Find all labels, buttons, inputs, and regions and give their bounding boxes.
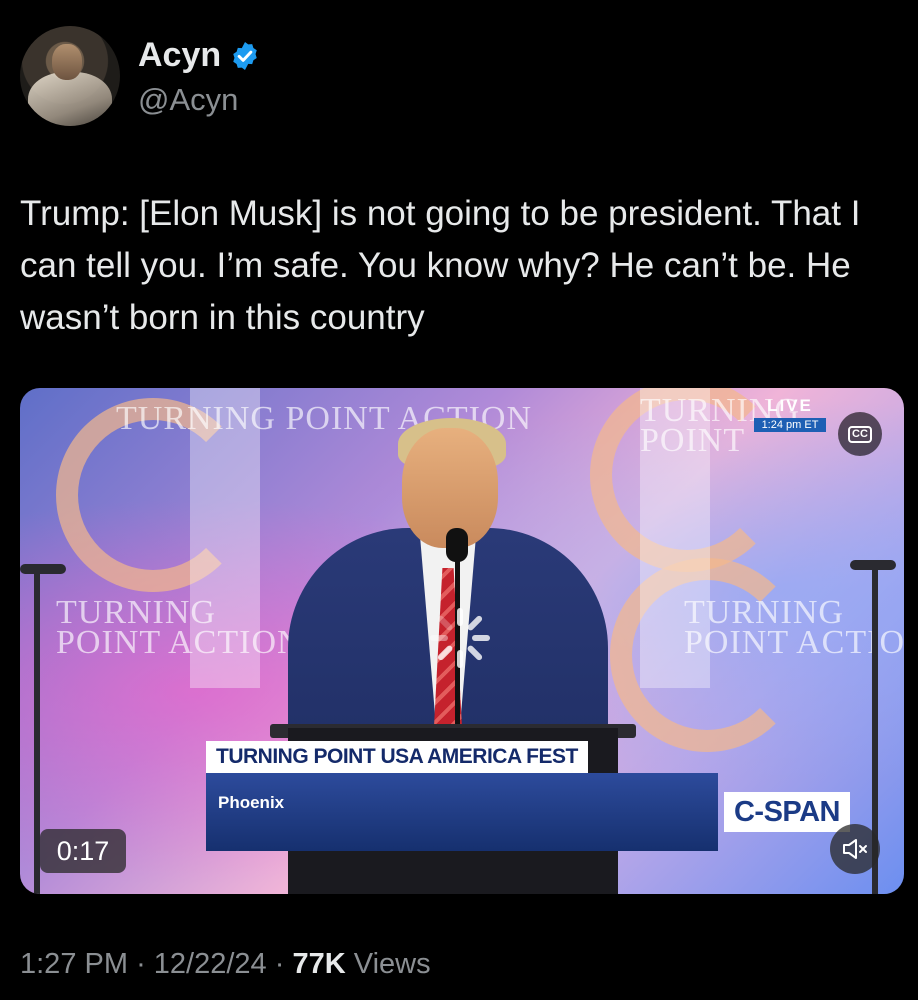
lower-third-title: TURNING POINT USA AMERICA FEST bbox=[206, 741, 588, 773]
background-logo: TURNING POINT ACTIO bbox=[684, 594, 904, 661]
verified-badge-icon bbox=[233, 41, 257, 70]
views-label: Views bbox=[353, 948, 431, 980]
handle[interactable]: @Acyn bbox=[138, 82, 238, 118]
avatar-face bbox=[52, 44, 82, 80]
unmute-button[interactable] bbox=[830, 824, 880, 874]
video-elapsed-time: 0:17 bbox=[40, 829, 126, 873]
network-logo: C-SPAN bbox=[724, 792, 850, 832]
background-logo: TURNING POINT ACTION bbox=[56, 594, 303, 661]
video-player[interactable]: TURNING POINT ACTION TURNING POINT ACTIO… bbox=[20, 388, 904, 894]
meta-separator: · bbox=[274, 948, 285, 980]
tweet-date[interactable]: 12/22/24 bbox=[154, 948, 267, 980]
avatar-hood bbox=[28, 72, 112, 126]
live-label: LIVE bbox=[767, 396, 813, 415]
closed-captions-button[interactable]: CC bbox=[838, 412, 882, 456]
lower-third-location: Phoenix bbox=[218, 793, 285, 812]
cc-icon: CC bbox=[848, 425, 872, 443]
mic-stand-head bbox=[20, 564, 66, 574]
display-name[interactable]: Acyn bbox=[138, 36, 221, 75]
speaker-muted-icon bbox=[843, 839, 867, 859]
loading-spinner-icon bbox=[430, 608, 490, 668]
tweet-text: Trump: [Elon Musk] is not going to be pr… bbox=[20, 194, 861, 337]
views-count: 77K bbox=[292, 948, 346, 980]
tweet-time[interactable]: 1:27 PM bbox=[20, 948, 128, 980]
avatar[interactable] bbox=[20, 26, 120, 126]
live-indicator: LIVE 1:24 pm ET bbox=[754, 396, 826, 432]
meta-separator: · bbox=[136, 948, 146, 980]
live-time: 1:24 pm ET bbox=[754, 418, 826, 432]
tweet-meta: 1:27 PM · 12/22/24 · 77K Views bbox=[20, 948, 431, 981]
background-logo: TURNING POINT bbox=[640, 392, 800, 459]
author-name-row[interactable]: Acyn bbox=[138, 36, 261, 75]
mic-stand-head bbox=[850, 560, 896, 570]
podium-microphone bbox=[446, 528, 468, 562]
